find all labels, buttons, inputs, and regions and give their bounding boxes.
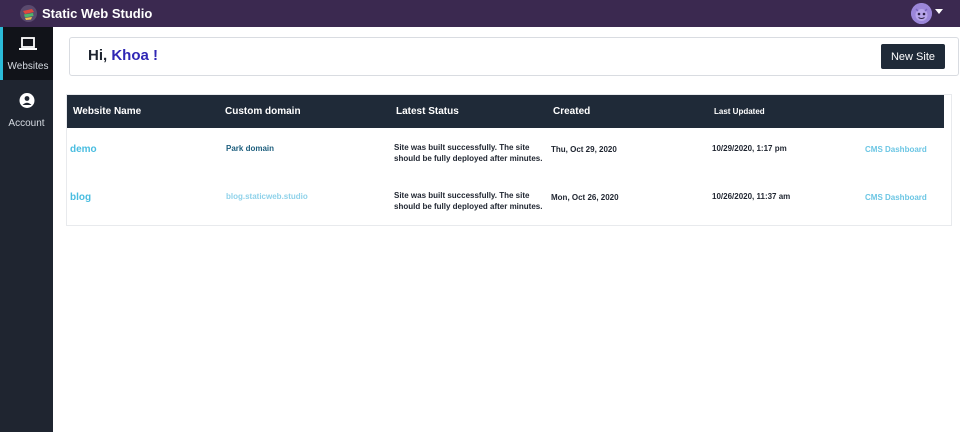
sidebar: Websites Account [0,27,53,432]
custom-domain-link[interactable]: Park domain [226,144,274,153]
cms-dashboard-link[interactable]: CMS Dashboard [865,145,927,154]
column-header-created: Created [553,106,591,117]
top-bar: Static Web Studio [0,0,960,27]
created-date: Thu, Oct 29, 2020 [551,145,617,154]
sidebar-item-label: Account [8,118,45,129]
sidebar-item-account[interactable]: Account [0,84,53,137]
custom-domain-link[interactable]: blog.staticweb.studio [226,192,308,201]
created-date: Mon, Oct 26, 2020 [551,193,619,202]
greeting-card: Hi, Khoa ! New Site [69,37,959,76]
latest-status: Site was built successfully. The site sh… [394,143,543,163]
laptop-icon [19,37,37,50]
app-logo-icon [20,5,37,22]
app-title: Static Web Studio [42,6,153,21]
avatar-monster-icon [911,3,932,24]
table-header: Website Name Custom domain Latest Status… [67,95,944,128]
sidebar-item-label: Websites [7,61,49,72]
website-name-link[interactable]: demo [70,144,97,155]
website-name-link[interactable]: blog [70,192,91,203]
greeting: Hi, Khoa ! [88,47,158,64]
table-row: blog blog.staticweb.studio Site was buil… [67,179,944,227]
column-header-status: Latest Status [396,106,459,117]
account-circle-icon [19,93,34,108]
greeting-user-name: Khoa ! [111,47,159,64]
column-header-updated: Last Updated [714,107,765,116]
last-updated: 10/26/2020, 11:37 am [712,192,791,201]
column-header-domain: Custom domain [225,106,301,117]
sidebar-item-websites[interactable]: Websites [0,27,53,80]
new-site-button[interactable]: New Site [881,44,945,69]
cms-dashboard-link[interactable]: CMS Dashboard [865,193,927,202]
websites-table: Website Name Custom domain Latest Status… [66,94,952,226]
latest-status: Site was built successfully. The site sh… [394,191,543,211]
chevron-down-icon[interactable] [935,9,943,14]
greeting-prefix: Hi, [88,47,108,64]
table-row: demo Park domain Site was built successf… [67,131,944,179]
last-updated: 10/29/2020, 1:17 pm [712,144,787,153]
user-avatar[interactable] [911,3,932,24]
column-header-name: Website Name [73,106,142,117]
